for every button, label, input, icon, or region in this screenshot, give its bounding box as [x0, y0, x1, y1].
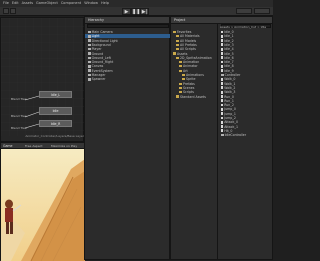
animation-clip-icon: [221, 34, 224, 38]
gameobject-icon: [88, 73, 91, 77]
folder-icon: [182, 78, 185, 81]
menu-bar: File Edit Assets GameObject Component Window H…: [0, 0, 273, 7]
gameobject-icon: [88, 47, 91, 51]
anim-node-label: Idle_L: [50, 93, 61, 97]
folder-icon: [173, 52, 176, 55]
project-folder-label: Standard Assets: [180, 94, 206, 99]
gameobject-icon: [88, 78, 91, 81]
animation-clip-icon: [221, 60, 224, 64]
pause-icon[interactable]: ❚❚: [131, 8, 140, 15]
anim-node-idle-l[interactable]: Idle_L: [39, 91, 72, 98]
anim-node-label: Idle_R: [50, 122, 61, 126]
menu-item[interactable]: GameObject: [36, 0, 58, 7]
project-panel: Project Favorites All Materials All Models…: [170, 16, 273, 260]
anim-node-label: Idle: [52, 109, 59, 113]
gameobject-icon: [88, 60, 91, 64]
animation-clip-icon: [221, 30, 224, 34]
animation-clip-icon: [221, 99, 224, 103]
menu-item[interactable]: Window: [84, 0, 98, 7]
animation-clip-icon: [221, 129, 224, 133]
game-panel: Game Free Aspect Maximize on Play: [0, 142, 85, 261]
folder-icon: [182, 73, 185, 77]
animation-clip-icon: [221, 112, 224, 116]
gameobject-icon: [88, 39, 91, 42]
folder-icon: [176, 43, 179, 46]
param-label: Blend Tree: [11, 97, 27, 101]
gameobject-icon: [88, 43, 91, 47]
animation-clip-icon: [221, 116, 224, 120]
animation-clip-icon: [221, 82, 224, 85]
animation-clip-icon: [221, 90, 224, 94]
gameobject-icon: [88, 30, 91, 34]
animation-clip-icon: [221, 86, 224, 90]
param-label: Blend Tree: [11, 126, 27, 130]
gameobject-icon: [88, 65, 91, 68]
animator-footer: Animator_Controller/Layers/Base Layer: [25, 134, 84, 138]
animation-clip-icon: [221, 107, 224, 111]
tab-project[interactable]: Project: [171, 17, 272, 24]
animator-panel: Idle_L Idle Idle_R Blend Tree Blend Tree…: [0, 17, 85, 142]
anim-node-idle-r[interactable]: Idle_R: [39, 120, 72, 127]
layers-dropdown[interactable]: [236, 8, 252, 14]
project-divider: [217, 24, 218, 260]
menu-item[interactable]: Assets: [22, 0, 33, 7]
animator-grid: [1, 18, 85, 136]
menu-item[interactable]: Edit: [12, 0, 19, 7]
folder-icon: [179, 69, 182, 72]
gameobject-icon: [88, 56, 91, 60]
folder-icon: [179, 61, 182, 64]
asset-item[interactable]: IdleController: [219, 133, 276, 137]
layout-dropdown[interactable]: [254, 8, 270, 14]
animation-clip-icon: [221, 95, 224, 98]
folder-icon: [179, 86, 182, 89]
menu-item[interactable]: Help: [101, 0, 109, 7]
animation-clip-icon: [221, 43, 224, 47]
asset-breadcrumb[interactable]: Assets > Animation_Cut > Idle: [220, 25, 274, 29]
animation-clip-icon: [221, 103, 224, 107]
folder-icon: [179, 91, 182, 94]
move-tool-icon[interactable]: [10, 8, 16, 14]
play-icon[interactable]: ▶: [122, 8, 131, 15]
menu-item[interactable]: Component: [61, 0, 81, 7]
tab-hierarchy[interactable]: Hierarchy: [85, 17, 169, 24]
gameobject-icon: [88, 35, 91, 38]
animation-clip-icon: [221, 56, 224, 60]
animation-clip-icon: [221, 52, 224, 55]
folder-icon: [176, 35, 179, 38]
game-scene-image: [1, 149, 85, 261]
menu-item[interactable]: File: [3, 0, 9, 7]
gameobject-icon: [88, 69, 91, 72]
animation-clip-icon: [221, 64, 224, 68]
folder-icon: [173, 30, 176, 34]
gameobject-icon: [88, 52, 91, 55]
step-icon[interactable]: ▶|: [140, 8, 149, 15]
animator-controller-icon: [221, 133, 224, 137]
animation-clip-icon: [221, 39, 224, 42]
anim-node-idle[interactable]: Idle: [39, 107, 72, 115]
toolbar: ▶ ❚❚ ▶|: [0, 7, 273, 16]
hierarchy-item[interactable]: Spawner: [85, 77, 174, 81]
hierarchy-item-label: Spawner: [91, 77, 106, 82]
asset-item-label: IdleController: [224, 133, 247, 138]
animation-clip-icon: [221, 125, 224, 128]
hierarchy-panel: Hierarchy Main Camera Light Directional Li…: [84, 16, 174, 260]
animation-clip-icon: [221, 77, 224, 81]
folder-icon: [179, 65, 182, 68]
folder-icon: [176, 56, 179, 59]
param-label: Blend Tree: [11, 114, 27, 118]
hand-tool-icon[interactable]: [3, 8, 9, 14]
folder-icon: [179, 82, 182, 85]
project-folder[interactable]: Standard Assets: [171, 95, 222, 99]
folder-icon: [176, 48, 179, 51]
animation-clip-icon: [221, 47, 224, 51]
folder-icon: [176, 95, 179, 98]
animator-controller-icon: [221, 73, 224, 77]
hierarchy-search[interactable]: [87, 24, 169, 28]
folder-icon: [176, 39, 179, 42]
animation-clip-icon: [221, 120, 224, 124]
animation-clip-icon: [221, 69, 224, 73]
